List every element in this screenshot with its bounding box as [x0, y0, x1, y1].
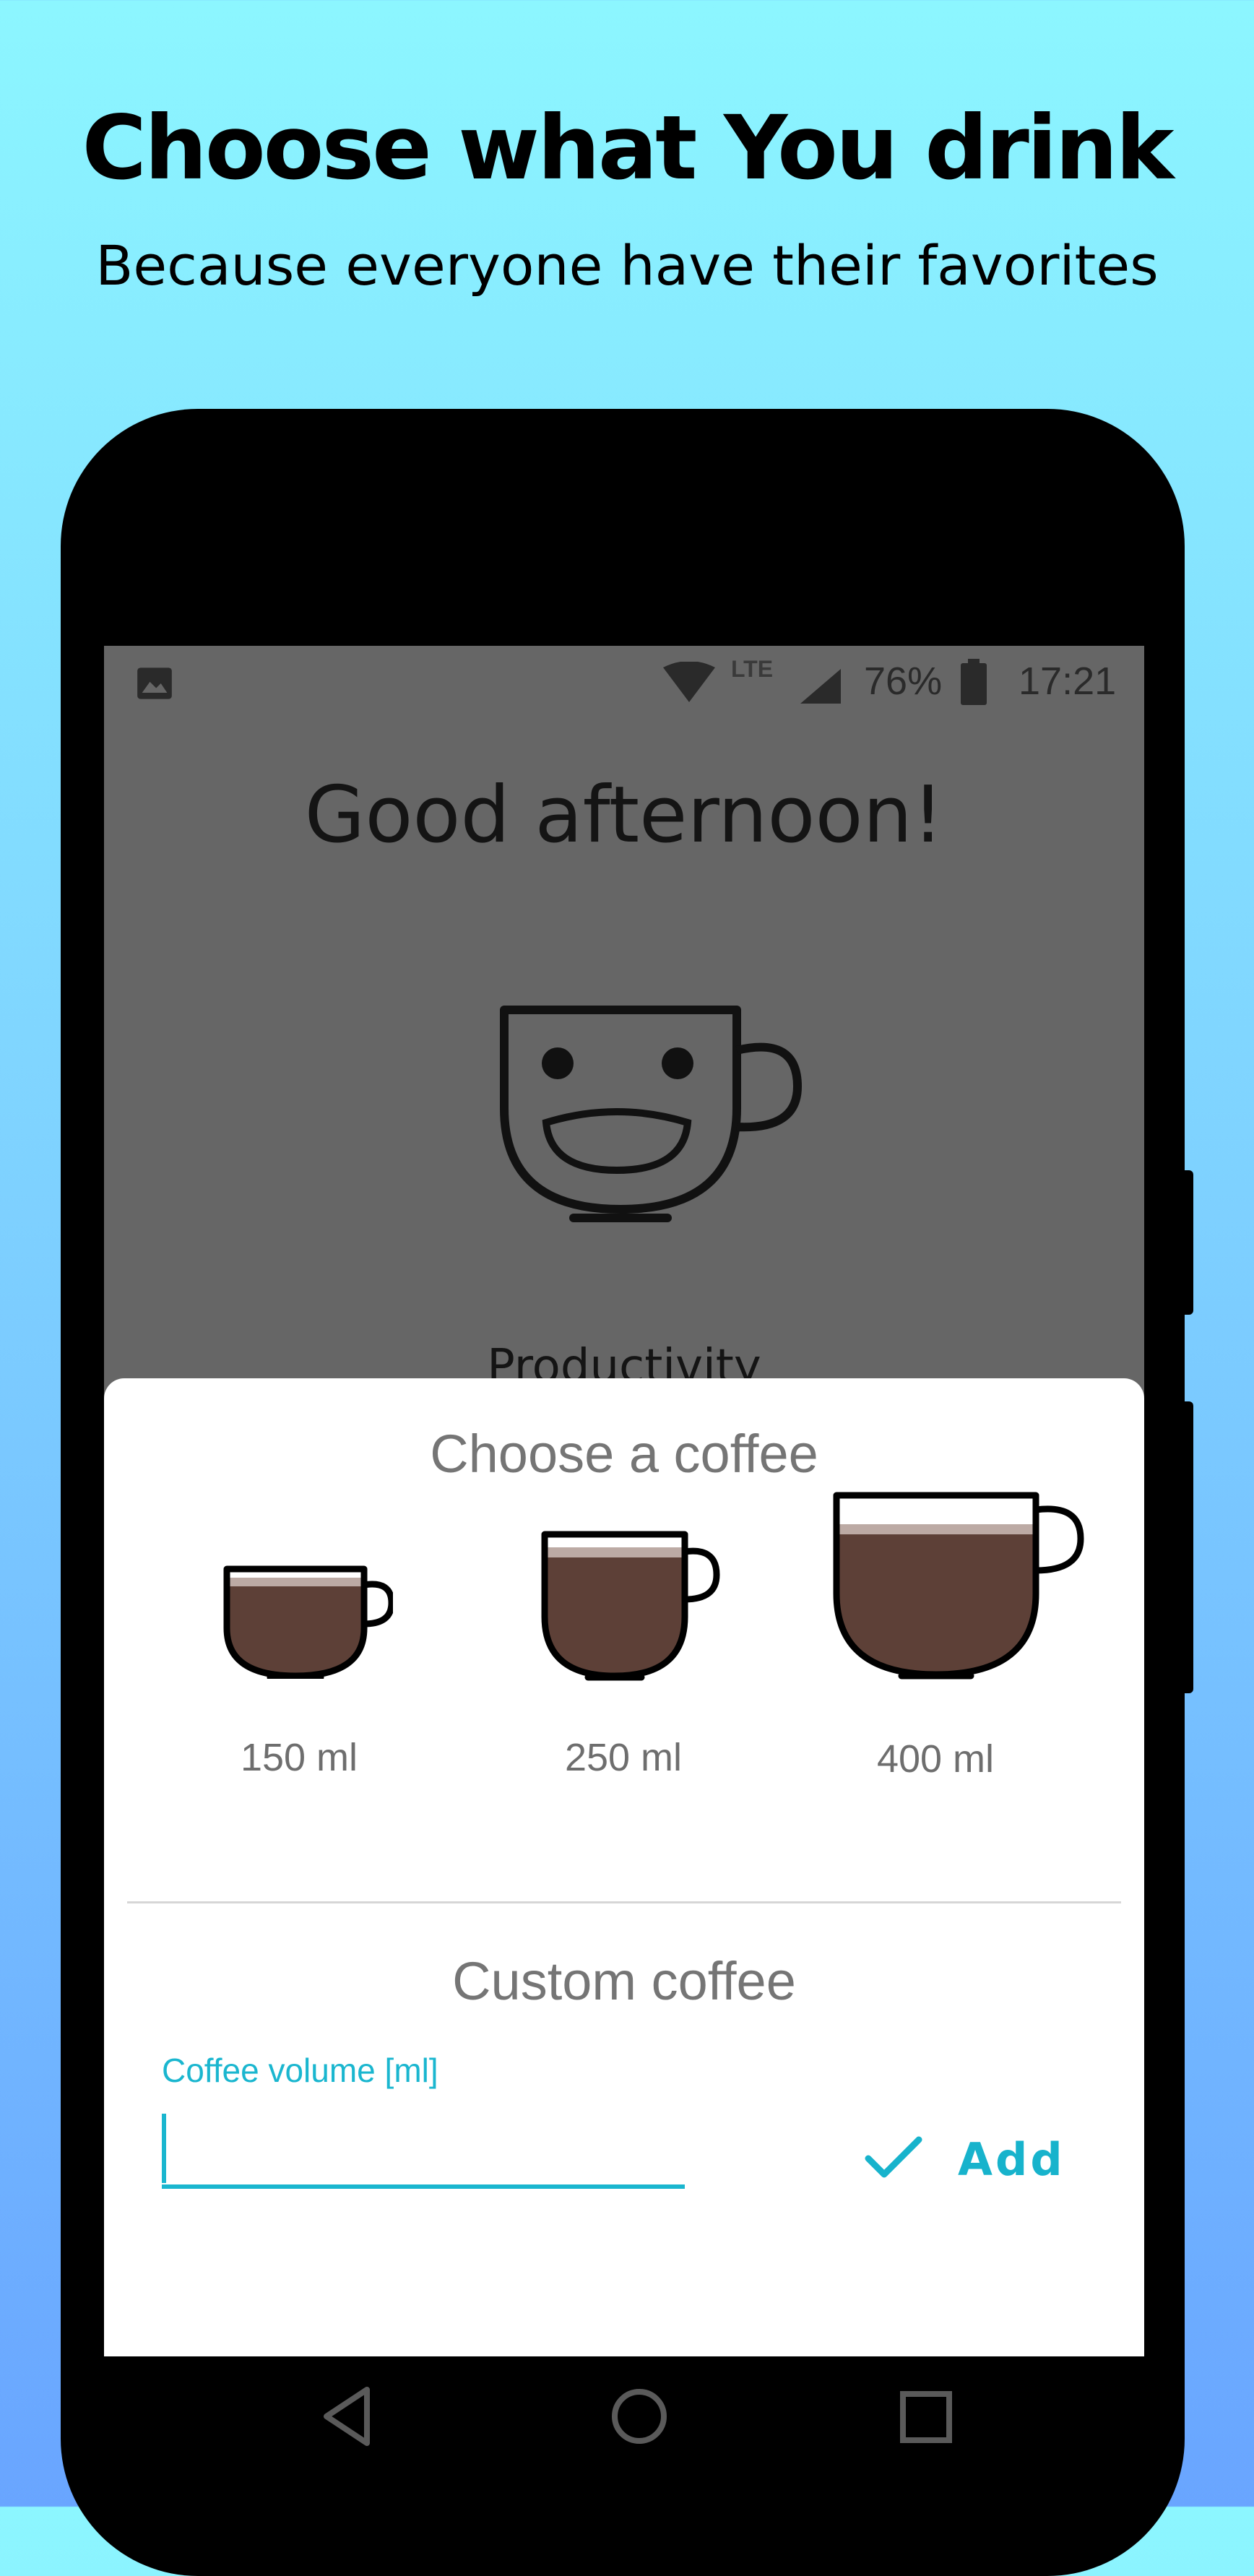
- coffee-option-150[interactable]: 150 ml: [205, 1523, 393, 1812]
- promo-subheadline: Because everyone have their favorites: [95, 233, 1159, 298]
- coffee-volume-input[interactable]: [162, 2101, 685, 2189]
- network-type-label: LTE: [731, 656, 774, 682]
- greeting-title: Good afternoon!: [304, 770, 944, 860]
- text-cursor: [162, 2114, 166, 2183]
- battery-icon: [961, 659, 987, 705]
- recents-icon[interactable]: [899, 2390, 954, 2445]
- sheet-divider: [127, 1901, 1121, 1903]
- wifi-icon: [663, 662, 715, 702]
- coffee-option-400[interactable]: 400 ml: [826, 1479, 1094, 1812]
- custom-coffee-title: Custom coffee: [452, 1951, 796, 2011]
- promo-headline: Choose what You drink: [82, 97, 1174, 199]
- sheet-title: Choose a coffee: [430, 1424, 818, 1484]
- add-button-label: Add: [958, 2133, 1065, 2186]
- battery-percent: 76%: [864, 660, 943, 703]
- status-time: 17:21: [1019, 660, 1117, 703]
- coffee-option-250[interactable]: 250 ml: [523, 1494, 732, 1812]
- coffee-bottom-sheet: Choose a coffee 150 ml 250 ml 400 ml Cus…: [104, 1378, 1144, 2356]
- smiling-coffee-cup-icon: [500, 1006, 803, 1222]
- medium-coffee-cup-icon: [541, 1531, 720, 1681]
- coffee-option-label: 400 ml: [876, 1737, 995, 1781]
- add-button[interactable]: Add: [862, 2125, 1079, 2197]
- phone-screen: LTE 76% 17:21 Good afternoon! Productivi…: [104, 646, 1144, 2356]
- phone-power-button: [1182, 1401, 1193, 1693]
- coffee-volume-label: Coffee volume [ml]: [162, 2052, 438, 2089]
- cell-signal-icon: [800, 669, 841, 704]
- home-icon[interactable]: [607, 2384, 672, 2449]
- back-icon[interactable]: [318, 2384, 376, 2449]
- coffee-option-label: 150 ml: [240, 1736, 358, 1779]
- checkmark-icon: [865, 2136, 922, 2178]
- status-bar: LTE 76% 17:21: [104, 646, 1144, 718]
- small-coffee-cup-icon: [223, 1565, 393, 1679]
- phone-volume-button: [1182, 1170, 1193, 1315]
- large-coffee-cup-icon: [833, 1492, 1084, 1680]
- image-notification-icon: [137, 667, 172, 699]
- coffee-option-label: 250 ml: [564, 1736, 683, 1779]
